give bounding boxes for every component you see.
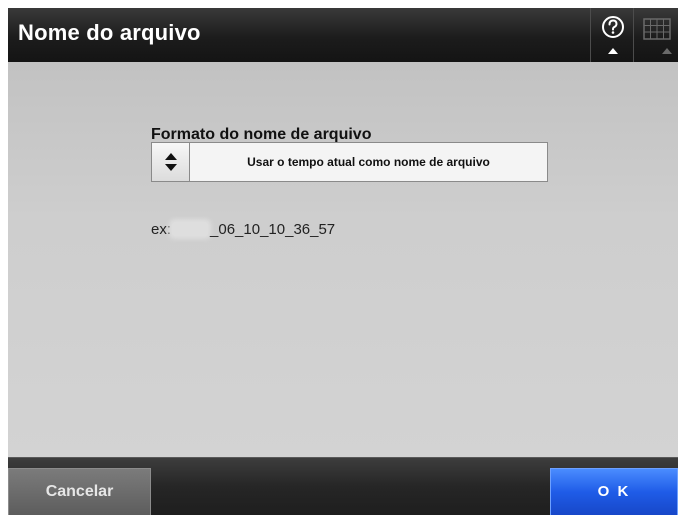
filename-example: ex: _06_10_10_36_57 (151, 221, 335, 238)
selected-format-value[interactable]: Usar o tempo atual como nome de arquivo (190, 143, 547, 181)
example-time: _06_10_10_36_57 (210, 221, 336, 238)
keyboard-button[interactable] (634, 8, 678, 62)
example-prefix: ex: (151, 221, 172, 238)
up-down-arrows-icon (165, 153, 177, 171)
ok-button[interactable]: O K (550, 468, 678, 515)
app-window: Nome do arquivo Formato do nome de arqui (8, 8, 678, 515)
help-button[interactable] (590, 8, 634, 62)
question-circle-icon (602, 16, 624, 54)
filename-format-selector[interactable]: Usar o tempo atual como nome de arquivo (151, 142, 548, 182)
page-title: Nome do arquivo (18, 20, 201, 45)
cancel-button[interactable]: Cancelar (8, 468, 151, 515)
keyboard-icon (643, 18, 672, 54)
bottom-bar: Cancelar O K (8, 457, 678, 515)
title-bar: Nome do arquivo (8, 8, 678, 62)
format-stepper-button[interactable] (152, 143, 190, 181)
redacted-date (172, 222, 209, 236)
content-area: Formato do nome de arquivo Usar o tempo … (8, 62, 678, 457)
